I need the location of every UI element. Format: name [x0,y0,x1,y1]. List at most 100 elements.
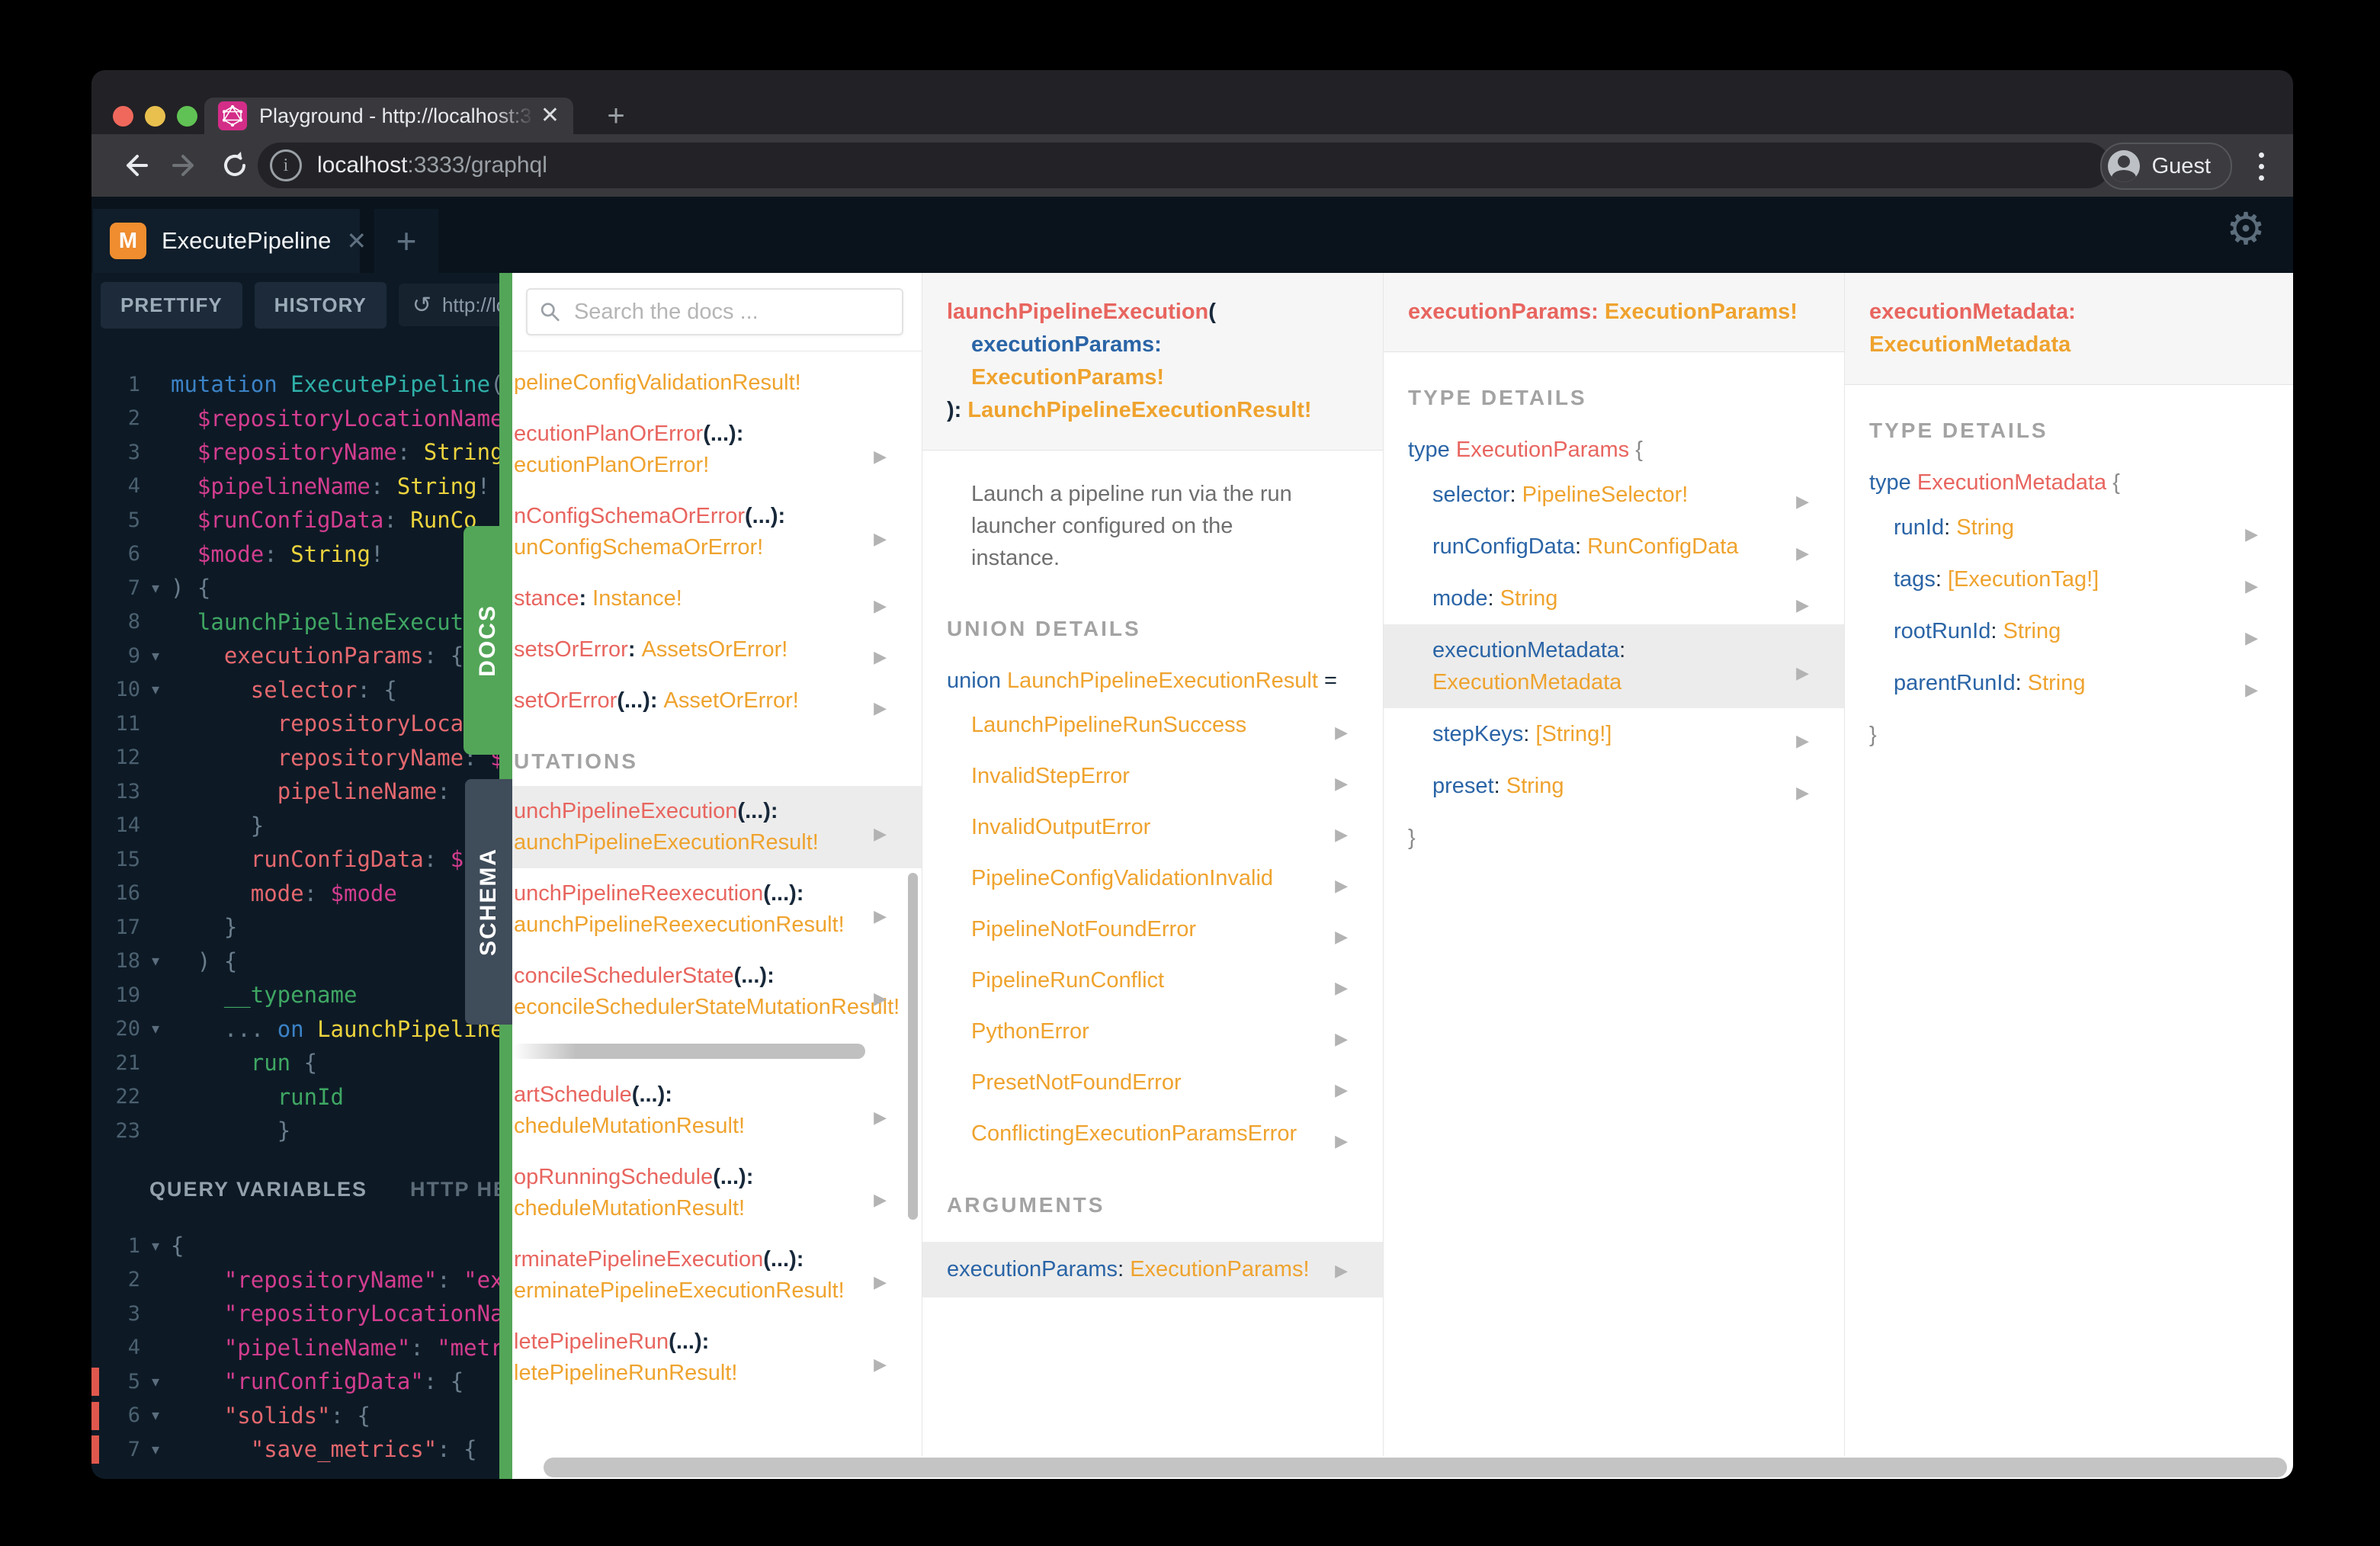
code-line[interactable]: 4 "pipelineName": "metrics [91,1331,512,1365]
chevron-right-icon[interactable]: ▶ [1335,1261,1348,1281]
type-field-item[interactable]: preset: String ▶ [1384,760,1844,812]
close-window-button[interactable] [113,106,133,127]
tab-docs[interactable]: DOCS [463,526,512,755]
docs-field-item[interactable]: pelineConfigValidationResult! [512,358,922,409]
chevron-right-icon[interactable]: ▶ [874,818,887,849]
history-button[interactable]: HISTORY [254,281,387,329]
docs-field-item[interactable]: artSchedule(...): cheduleMutationResult! ▶ [512,1070,922,1152]
type-field-item[interactable]: rootRunId: String ▶ [1845,605,2293,657]
chevron-right-icon[interactable]: ▶ [1335,717,1348,748]
docs-field-item[interactable]: concileSchedulerState(...): econcileSched… [512,951,922,1033]
back-icon[interactable] [113,144,156,187]
code-line[interactable]: 1 ▾{ [91,1229,512,1263]
url-bar[interactable]: i localhost:3333/graphql [258,143,2110,188]
browser-tab[interactable]: Playground - http://localhost:3 ✕ [204,98,573,134]
code-line[interactable]: 3 "repositoryLocationName" [91,1297,512,1331]
code-line[interactable]: 9 ▾ executionParams: { [91,639,512,673]
code-line[interactable]: 16 mode: $mode [91,877,512,911]
code-line[interactable]: 1 mutation ExecutePipeline( [91,367,512,402]
code-line[interactable]: 10 ▾ selector: { [91,673,512,707]
code-line[interactable]: 13 pipelineName: $pip [91,775,512,809]
code-line[interactable]: 12 repositoryName: $r [91,741,512,775]
code-line[interactable]: 6 ▾ "solids": { [91,1399,512,1433]
code-line[interactable]: 21 run { [91,1046,512,1080]
docs-field-item[interactable]: ecutionPlanOrError(...): ecutionPlanOrErr… [512,409,922,491]
docs-search-input[interactable] [572,298,890,326]
chevron-right-icon[interactable]: ▶ [1796,486,1809,518]
chevron-right-icon[interactable]: ▶ [874,1266,887,1297]
union-member-item[interactable]: InvalidStepError ▶ [922,751,1383,802]
chevron-right-icon[interactable]: ▶ [874,900,887,932]
code-line[interactable]: 19 __typename [91,978,512,1012]
code-line[interactable]: 8 launchPipelineExecuti [91,605,512,640]
prettify-button[interactable]: PRETTIFY [101,281,242,329]
union-member-item[interactable]: InvalidOutputError ▶ [922,802,1383,853]
union-member-item[interactable]: LaunchPipelineRunSuccess ▶ [922,700,1383,751]
chevron-right-icon[interactable]: ▶ [2245,622,2258,654]
profile-button[interactable]: Guest [2099,143,2232,190]
argument-row-executionparams[interactable]: executionParams: ExecutionParams! ▶ [922,1242,1383,1297]
chevron-right-icon[interactable]: ▶ [874,692,887,723]
code-line[interactable]: 14 } [91,809,512,843]
chevron-right-icon[interactable]: ▶ [874,1184,887,1215]
variables-editor[interactable]: 1▾{2 "repositoryName": "exper3 "reposito… [91,1209,512,1467]
chevron-right-icon[interactable]: ▶ [1796,657,1809,689]
chevron-right-icon[interactable]: ▶ [874,1102,887,1133]
type-field-item[interactable]: mode: String ▶ [1384,573,1844,624]
type-field-item[interactable]: parentRunId: String ▶ [1845,657,2293,709]
chevron-right-icon[interactable]: ▶ [874,590,887,621]
code-line[interactable]: 2 $repositoryLocationName: [91,402,512,436]
minimize-window-button[interactable] [145,106,165,127]
tab-schema[interactable]: SCHEMA [465,779,512,1025]
add-query-tab-button[interactable]: + [374,209,438,273]
docs-field-item[interactable]: unchPipelineExecution(...): aunchPipeline… [512,786,922,868]
type-field-item[interactable]: executionMetadata: ExecutionMetadata ▶ [1384,624,1844,708]
chevron-right-icon[interactable]: ▶ [874,641,887,672]
code-line[interactable]: 5 ▾ "runConfigData": { [91,1365,512,1399]
chevron-right-icon[interactable]: ▶ [1335,1125,1348,1156]
union-member-item[interactable]: PythonError ▶ [922,1006,1383,1057]
union-member-item[interactable]: PipelineConfigValidationInvalid ▶ [922,853,1383,904]
new-tab-button[interactable]: + [592,98,640,134]
reload-icon[interactable] [213,144,256,187]
chevron-right-icon[interactable]: ▶ [1335,1023,1348,1054]
browser-menu-icon[interactable] [2246,146,2276,186]
zoom-window-button[interactable] [177,106,197,127]
code-line[interactable]: 6 $mode: String! [91,537,512,572]
chevron-right-icon[interactable]: ▶ [1335,870,1348,901]
chevron-right-icon[interactable]: ▶ [1796,589,1809,621]
query-tab-close-icon[interactable]: ✕ [346,226,367,255]
chevron-right-icon[interactable]: ▶ [2245,518,2258,550]
docs-field-item[interactable]: setOrError(...): AssetOrError! ▶ [512,675,922,726]
code-line[interactable]: 17 } [91,910,512,945]
code-line[interactable]: 18 ▾ ) { [91,945,512,979]
chevron-right-icon[interactable]: ▶ [2245,674,2258,706]
docs-search-box[interactable] [526,288,903,335]
site-info-icon[interactable]: i [270,149,302,181]
union-member-item[interactable]: ConflictingExecutionParamsError ▶ [922,1108,1383,1160]
type-field-item[interactable]: tags: [ExecutionTag!] ▶ [1845,553,2293,605]
docs-field-item[interactable]: rminatePipelineExecution(...): erminatePi… [512,1234,922,1317]
code-line[interactable]: 20 ▾ ... on LaunchPipelineR [91,1012,512,1047]
code-line[interactable]: 22 runId [91,1080,512,1115]
docs-field-item[interactable]: unchPipelineReexecution(...): aunchPipeli… [512,868,922,951]
docs-field-item[interactable]: letePipelineRun(...): letePipelineRunResu… [512,1317,922,1399]
code-line[interactable]: 7 ▾) { [91,571,512,605]
code-line[interactable]: 11 repositoryLocat [91,707,512,741]
chevron-right-icon[interactable]: ▶ [2245,570,2258,602]
docs-field-item[interactable]: opRunningSchedule(...): cheduleMutationRe… [512,1152,922,1234]
code-line[interactable]: 15 runConfigData: $runC [91,842,512,877]
tab-http-headers[interactable]: HTTP HEADERS [410,1178,512,1201]
chevron-right-icon[interactable]: ▶ [874,441,887,472]
chevron-right-icon[interactable]: ▶ [1796,777,1809,809]
chevron-right-icon[interactable]: ▶ [1335,819,1348,850]
union-member-item[interactable]: PipelineRunConflict ▶ [922,955,1383,1006]
type-field-item[interactable]: selector: PipelineSelector! ▶ [1384,469,1844,521]
query-tab-executepipeline[interactable]: M ExecutePipeline ✕ [93,209,367,273]
chevron-right-icon[interactable]: ▶ [1335,768,1348,799]
endpoint-input[interactable]: ↺ http://loc [398,284,512,326]
code-line[interactable]: 7 ▾ "save_metrics": { [91,1432,512,1467]
docs-horizontal-scrollbar[interactable] [544,1458,2287,1477]
code-line[interactable]: 5 $runConfigData: RunCo [91,503,512,537]
chevron-right-icon[interactable]: ▶ [1796,725,1809,757]
